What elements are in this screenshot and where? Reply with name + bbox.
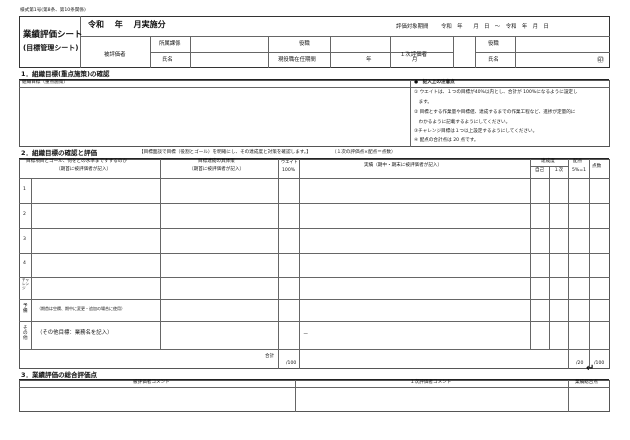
method-column-header: 目標達成の具体策 xyxy=(198,159,235,164)
notes-title: ● 記入上の注意点 xyxy=(414,80,455,85)
other-result-mark: － xyxy=(303,332,309,338)
row-number: 1 xyxy=(23,187,26,192)
self-score-header: 自己 xyxy=(535,168,545,173)
tenure-month-unit: 月 xyxy=(412,57,418,63)
total-score: /100 xyxy=(594,361,605,366)
period-value: 令和 年 月 日 ～ 令和 年 月 日 xyxy=(441,24,549,30)
plan-row-note: （期首は空欄、期中に変更・追加の場合に使用） xyxy=(37,306,125,311)
note-line: ④ 配点の合計点は 20 点です。 xyxy=(414,138,479,143)
score-column-header: 点数 xyxy=(592,164,602,169)
first-score-header: １次 xyxy=(554,168,564,173)
first-evaluator-label: １次評価者 xyxy=(400,52,427,58)
period-label: 評価対象期間 xyxy=(396,24,429,30)
section2-table xyxy=(19,159,610,369)
implementation-month-title: 令和 年 月実施分 xyxy=(88,20,166,29)
other-goal-text: （その他目標：業務名を記入） xyxy=(37,330,113,336)
section2-heading: 2．組織目標の確認と評価 xyxy=(21,149,98,157)
plan-row-label: 予備 xyxy=(23,304,28,314)
total-score-input[interactable] xyxy=(570,389,608,411)
sheet-title: 業績評価シート xyxy=(23,30,83,40)
other-row-label: その他 xyxy=(23,326,28,342)
sheet-subtitle: (目標管理シート) xyxy=(23,44,79,52)
note-line: ます。 xyxy=(414,100,432,105)
return-arrow-icon: ↵ xyxy=(586,363,595,374)
first-evaluator-comment-header: １次評価者コメント xyxy=(410,380,452,385)
organization-goal-label: 組織目標（重点施策） xyxy=(22,80,68,85)
section2-heading-note: 【目標面談で目標（役割とゴール）を明確にし、その達成度と対策を確認します。】 xyxy=(139,150,311,155)
evaluatee-comment-input[interactable] xyxy=(21,389,293,411)
first-evaluator-position-label: 役職 xyxy=(488,41,499,47)
evaluatee-label: 被評価者 xyxy=(104,52,126,58)
row-number: 4 xyxy=(23,261,26,266)
achievement-header: 達成度 xyxy=(541,159,555,164)
section1-heading: 1．組織目標(重点施策)の確認 xyxy=(21,70,110,78)
dept-label: 所属課係 xyxy=(159,41,181,47)
form-number-label: 様式第1号(第8条、第10条関係) xyxy=(20,8,86,13)
organization-goal-input[interactable] xyxy=(22,89,407,145)
tenure-label: 現役職在任期間 xyxy=(278,57,316,63)
note-line: ① ウエイトは、１つの目標が40%以内とし、合計が 100%になるように設定し xyxy=(414,90,578,95)
points-column-header: 配点 xyxy=(573,159,583,164)
row-number: 3 xyxy=(23,237,26,242)
weight-column-header: ウエイト xyxy=(281,159,298,164)
total-points: /20 xyxy=(576,361,584,366)
first-evaluator-comment-input[interactable] xyxy=(297,389,566,411)
challenge-row-label: チャレンジ xyxy=(22,278,30,290)
weight-total-header: 100% xyxy=(282,168,296,173)
goal-column-subheader: （期首に被評価者が記入） xyxy=(56,167,112,172)
evaluatee-comment-header: 被評価者コメント xyxy=(133,380,170,385)
total-score-header: 業績総合点 xyxy=(575,380,598,385)
section2-score-note: （１次の評価点×配点＝点数） xyxy=(332,150,396,155)
note-line: ② 目標とする作業量や目標値、達成するまでの作業工程など、進捗が定量的に xyxy=(414,110,576,115)
evaluatee-position-label: 役職 xyxy=(299,41,310,47)
points-rate-header: 5%=1 xyxy=(572,168,587,173)
total-weight: /100 xyxy=(286,361,297,366)
row-number: 2 xyxy=(23,212,26,217)
result-column-header: 実績（期中・期末に被評価者が記入） xyxy=(364,163,443,168)
total-label: 合計 xyxy=(265,354,275,359)
goal-column-header: 目標項目とゴール、何をどの水準まですするのか xyxy=(26,159,128,164)
evaluatee-name-label: 氏名 xyxy=(162,57,173,63)
section3-heading: 3．業績評価の総合評価点 xyxy=(21,371,98,379)
first-evaluator-name-label: 氏名 xyxy=(488,57,499,63)
note-line: わかるように記載するようにしてください。 xyxy=(414,120,511,125)
note-line: ③チャレンジ目標は１つ以上設定するようにしてください。 xyxy=(414,129,538,134)
method-column-subheader: （期首に被評価者が記入） xyxy=(189,167,245,172)
seal-mark: ㊞ xyxy=(597,56,604,64)
tenure-year-unit: 年 xyxy=(366,57,372,63)
